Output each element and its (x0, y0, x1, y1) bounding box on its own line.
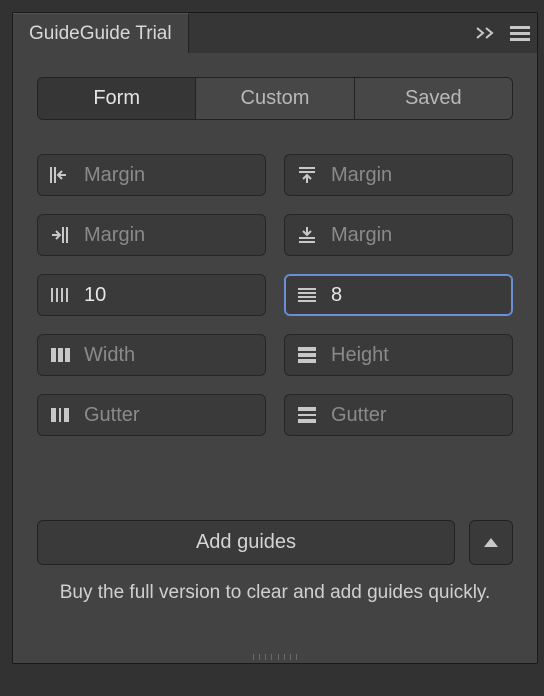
height-placeholder: Height (331, 344, 502, 367)
flyout-menu-icon[interactable] (503, 13, 537, 53)
column-gutter-field[interactable]: Gutter (37, 394, 266, 436)
margin-bottom-placeholder: Margin (331, 224, 502, 247)
columns-field[interactable]: 10 (37, 274, 266, 316)
tab-custom[interactable]: Custom (196, 78, 354, 119)
row-height-field[interactable]: Height (284, 334, 513, 376)
column-width-field[interactable]: Width (37, 334, 266, 376)
add-guides-button[interactable]: Add guides (37, 520, 455, 565)
margin-bottom-icon (295, 225, 325, 245)
columns-icon (48, 285, 78, 305)
margin-top-field[interactable]: Margin (284, 154, 513, 196)
margin-top-placeholder: Margin (331, 164, 502, 187)
column-gutter-placeholder: Gutter (84, 404, 255, 427)
margin-right-field[interactable]: Margin (37, 214, 266, 256)
expand-options-button[interactable] (469, 520, 513, 565)
width-placeholder: Width (84, 344, 255, 367)
column-gutter-icon (48, 405, 78, 425)
tab-saved[interactable]: Saved (355, 78, 512, 119)
chevron-up-icon (484, 538, 498, 547)
rows-icon (295, 285, 325, 305)
resize-gripper[interactable] (253, 654, 297, 660)
panel-title: GuideGuide Trial (13, 13, 189, 53)
margin-left-placeholder: Margin (84, 164, 255, 187)
column-width-icon (48, 345, 78, 365)
margin-right-icon (48, 225, 78, 245)
margin-top-icon (295, 165, 325, 185)
columns-value: 10 (84, 284, 255, 307)
margin-left-field[interactable]: Margin (37, 154, 266, 196)
margin-bottom-field[interactable]: Margin (284, 214, 513, 256)
margin-right-placeholder: Margin (84, 224, 255, 247)
trial-message: Buy the full version to clear and add gu… (37, 579, 513, 608)
tab-form[interactable]: Form (38, 78, 196, 119)
margin-left-icon (48, 165, 78, 185)
rows-value: 8 (331, 284, 502, 307)
row-gutter-field[interactable]: Gutter (284, 394, 513, 436)
mode-tabs: Form Custom Saved (37, 77, 513, 120)
guideguide-panel: GuideGuide Trial Form Custom Sa (12, 12, 538, 664)
collapse-icon[interactable] (469, 13, 503, 53)
row-gutter-icon (295, 405, 325, 425)
rows-field[interactable]: 8 (284, 274, 513, 316)
title-bar: GuideGuide Trial (13, 13, 537, 53)
row-gutter-placeholder: Gutter (331, 404, 502, 427)
row-height-icon (295, 345, 325, 365)
